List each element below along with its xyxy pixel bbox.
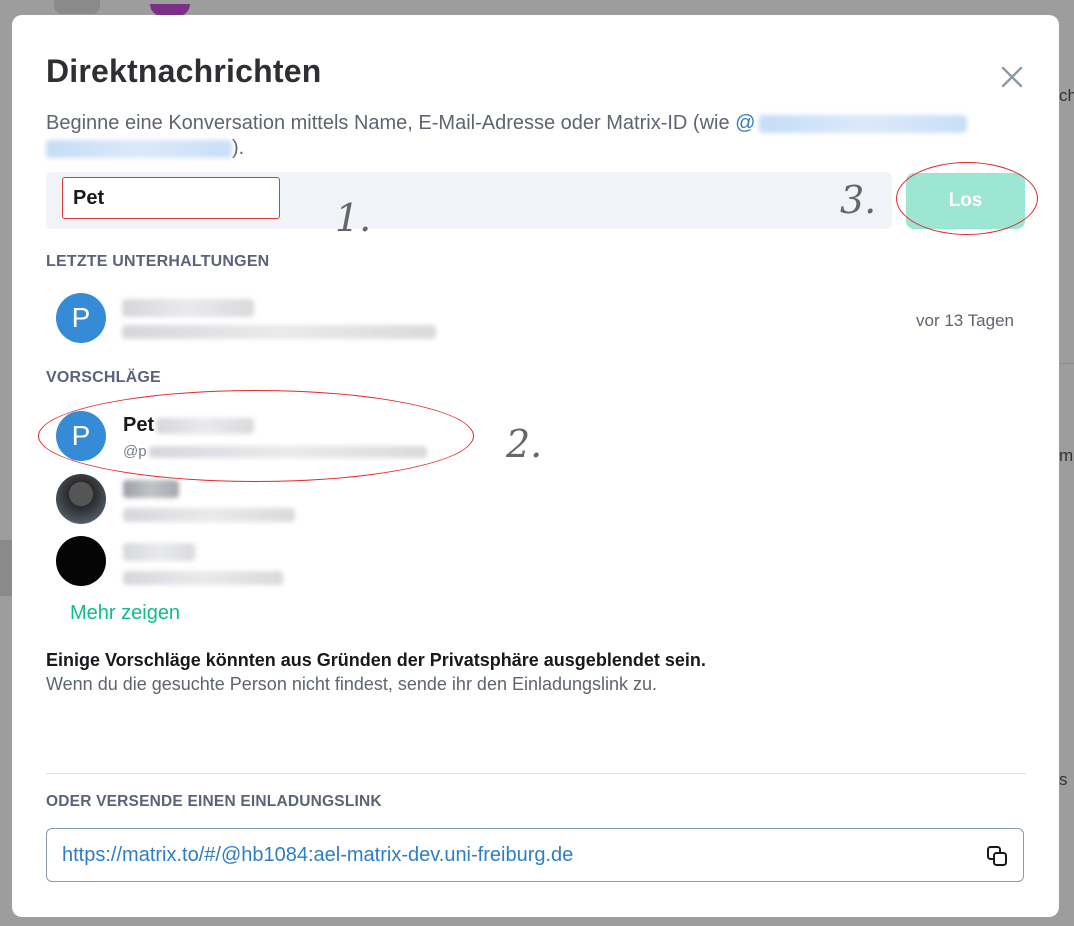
invite-link[interactable]: https://matrix.to/#/@hb1084:ael-matrix-d… [62,844,573,867]
background-app-element [54,0,100,14]
background-app-element [0,540,12,596]
avatar [56,536,106,586]
suggestion-id: @p [123,443,427,460]
invite-link-field: https://matrix.to/#/@hb1084:ael-matrix-d… [46,828,1024,882]
recent-conversations-label: LETZTE UNTERHALTUNGEN [46,253,270,270]
divider [46,773,1026,774]
background-text: s [1059,770,1068,789]
avatar: P [56,411,106,461]
invite-link-label: ODER VERSENDE EINEN EINLADUNGSLINK [46,793,382,810]
dialog-title: Direktnachrichten [46,53,322,89]
background-divider [1059,363,1074,364]
dialog-description: Beginne eine Konversation mittels Name, … [46,111,1036,161]
avatar: P [56,293,106,343]
suggestion-name-blurred [123,543,195,561]
conversation-timestamp: vor 13 Tagen [916,311,1014,330]
suggestion-item[interactable] [56,536,376,592]
suggestion-id-blurred [123,508,295,522]
annotation-step-2: 2. [506,422,543,466]
suggestion-name-blurred [123,480,179,498]
search-input[interactable] [62,177,280,219]
contact-id-blurred [122,325,436,339]
recent-conversation-item[interactable]: P [56,290,1016,350]
suggestion-name: Pet [123,414,255,437]
direct-messages-dialog: Direktnachrichten Beginne eine Konversat… [12,15,1059,917]
privacy-notice-title: Einige Vorschläge könnten aus Gründen de… [46,650,706,670]
background-text: m [1059,446,1074,465]
copy-icon[interactable] [985,844,1009,868]
background-text: ch [1059,86,1074,105]
close-icon [1001,66,1023,88]
description-text: Beginne eine Konversation mittels Name, … [46,112,736,134]
privacy-notice-text: Wenn du die gesuchte Person nicht findes… [46,674,658,694]
avatar [56,474,106,524]
suggestion-item[interactable] [56,474,376,530]
suggestion-item[interactable]: P Pet @p [56,411,456,467]
go-button[interactable]: Los [906,173,1025,229]
annotation-step-1: 1. [335,196,372,240]
description-suffix: ). [232,137,245,159]
suggestion-id-blurred [123,571,283,585]
search-field-container[interactable] [46,172,892,229]
close-button[interactable] [996,61,1028,93]
suggestions-label: VORSCHLÄGE [46,369,161,386]
contact-name-blurred [122,299,254,317]
show-more-link[interactable]: Mehr zeigen [70,602,180,625]
annotation-step-3: 3. [840,178,877,222]
